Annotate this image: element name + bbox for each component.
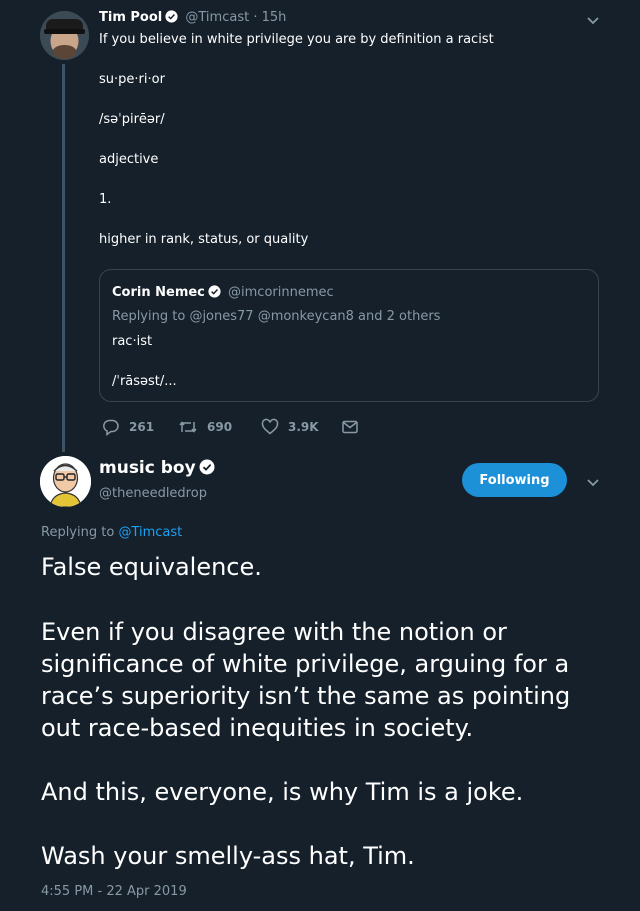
quoted-author-name: Corin Nemec [112,285,205,300]
verified-badge-icon [165,10,178,27]
direct-message-icon [342,420,358,434]
main-author-name[interactable]: music boy [99,458,196,478]
replying-to-link[interactable]: @Timcast [118,525,182,540]
quoted-author-handle: @imcorinnemec [228,285,334,300]
quoted-replying-to: Replying to @jones77 @monkeycan8 and 2 o… [112,309,440,324]
parent-tweet-header: Tim Pool @Timcast · 15h [99,10,286,27]
thread-line [62,64,65,452]
retweet-action[interactable]: 690 [178,418,232,436]
like-icon [261,418,279,435]
like-count: 3.9K [288,420,319,434]
verified-badge-icon [208,285,221,302]
tweet-timestamp[interactable]: 4:55 PM - 22 Apr 2019 [41,884,187,899]
retweet-count: 690 [207,420,233,434]
chevron-down-icon[interactable] [585,474,601,490]
definition-pronunciation: /səˈpirēər/ [99,112,165,127]
replying-to-line: Replying to @Timcast [41,525,182,540]
quoted-pronunciation: /ˈrāsəst/... [112,374,177,389]
verified-badge-icon [199,459,215,480]
tweet-body-line: And this, everyone, is why Tim is a joke… [41,778,524,806]
reply-count: 261 [129,420,155,434]
tweet-body-line: race’s superiority isn’t the same as poi… [41,682,571,710]
tweet-body-line: out race-based inequities in society. [41,714,474,742]
main-author-handle[interactable]: @theneedledrop [99,486,207,501]
definition-meaning: higher in rank, status, or quality [99,232,309,247]
tweet-body-line: Even if you disagree with the notion or [41,618,507,646]
definition-number: 1. [99,192,112,207]
reply-icon [103,419,119,436]
separator: · [253,10,258,25]
replying-prefix: Replying to [112,309,186,324]
following-button[interactable]: Following [462,463,567,497]
tweet-body-line: significance of white privilege, arguing… [41,650,570,678]
replying-to-handles: @jones77 @monkeycan8 and 2 others [189,309,441,324]
tweet-body-line: Wash your smelly-ass hat, Tim. [41,842,415,870]
definition-word: su·pe·ri·or [99,72,165,87]
author-handle[interactable]: @Timcast [185,10,249,25]
quoted-tweet-header: Corin Nemec @imcorinnemec [112,285,334,302]
main-author-name-row: music boy [99,458,218,480]
replying-prefix: Replying to [41,525,115,540]
quoted-word: rac·ist [112,334,153,349]
tweet-body-line: False equivalence. [41,553,262,581]
like-action[interactable]: 3.9K [261,418,319,436]
tweet-text: If you believe in white privilege you ar… [99,32,494,47]
direct-message-action[interactable] [341,418,368,436]
author-name[interactable]: Tim Pool [99,10,162,25]
tim-pool-avatar[interactable] [40,11,89,60]
time-ago[interactable]: 15h [262,10,287,25]
reply-action[interactable]: 261 [102,418,154,436]
music-boy-avatar[interactable] [40,456,91,507]
retweet-icon [179,421,197,433]
definition-part-of-speech: adjective [99,152,159,167]
chevron-down-icon[interactable] [585,12,601,28]
